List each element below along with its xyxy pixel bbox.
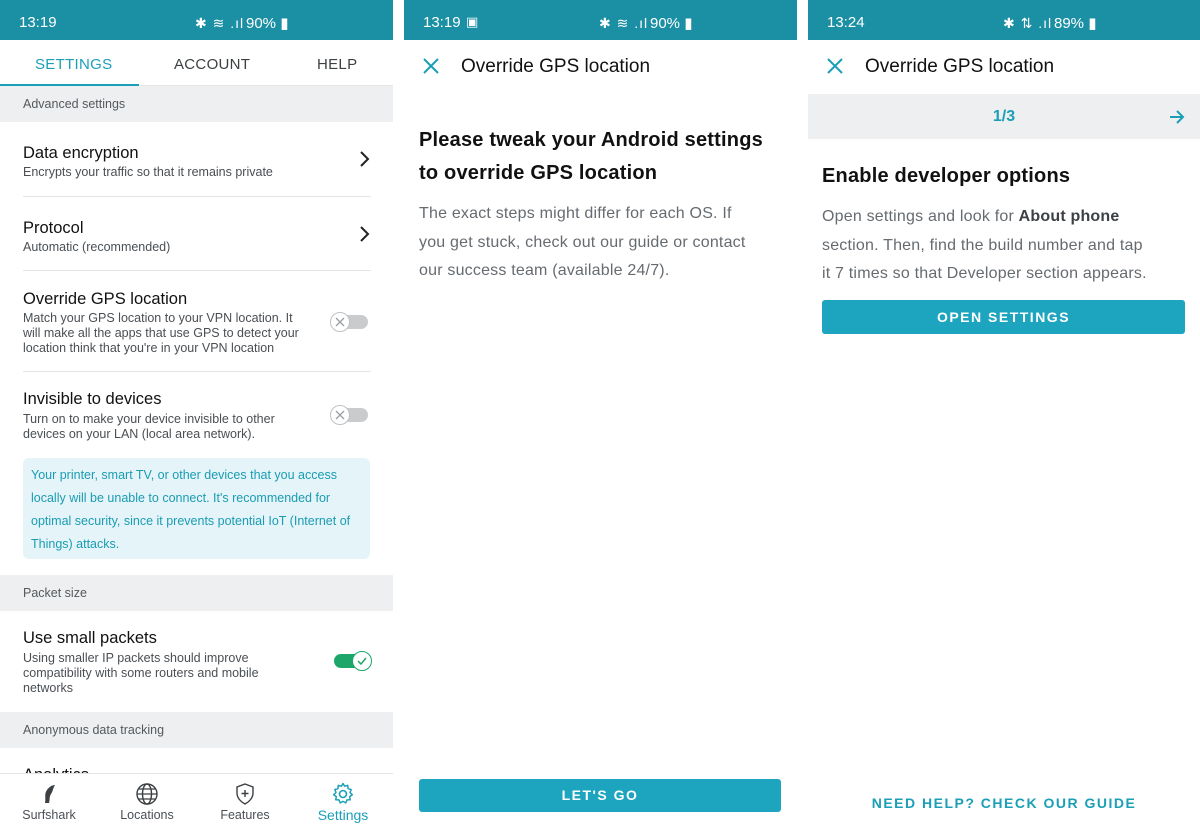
globe-icon	[136, 783, 158, 805]
status-bar: 13:19 ✱ ≋ .ıl 90% ▮	[0, 0, 393, 40]
body-line: it 7 times so that Developer section app…	[822, 265, 1147, 282]
surfshark-logo-icon	[45, 785, 55, 803]
lets-go-button[interactable]: LET'S GO	[419, 779, 781, 812]
tab-account[interactable]: ACCOUNT	[174, 56, 250, 73]
step-body: Open settings and look for About phone s…	[822, 203, 1192, 289]
status-battery: 89% ▮	[1054, 15, 1097, 32]
divider	[23, 270, 371, 271]
toggle-knob	[352, 651, 372, 671]
chevron-right-icon	[360, 151, 370, 167]
row-subtitle: devices on your LAN (local area network)…	[23, 427, 256, 441]
row-title: Data encryption	[23, 144, 139, 162]
step-indicator-bar: 1/3	[808, 94, 1200, 139]
info-text: locally will be unable to connect. It's …	[31, 491, 331, 505]
row-subtitle: Using smaller IP packets should improve	[23, 651, 249, 665]
intro-body: The exact steps might differ for each OS…	[419, 200, 789, 286]
nav-label: Locations	[120, 808, 174, 822]
body-bold-text: About phone	[1018, 208, 1120, 225]
status-battery: 90% ▮	[246, 15, 289, 32]
info-text: optimal security, since it prevents pote…	[31, 514, 351, 528]
nav-item-settings[interactable]: Settings	[294, 774, 392, 828]
status-time: 13:19	[423, 14, 461, 31]
section-header-anonymous-tracking: Anonymous data tracking	[0, 712, 393, 748]
nav-label: Settings	[317, 807, 369, 823]
settings-tabs: SETTINGS ACCOUNT HELP	[0, 40, 393, 86]
image-notification-icon: ▣	[466, 14, 479, 29]
step-title: Enable developer options	[822, 165, 1071, 187]
status-bar: 13:24 ✱ ⇅ .ıl 89% ▮	[808, 0, 1200, 40]
intro-headline: Please tweak your Android settings to ov…	[419, 124, 789, 190]
check-icon	[357, 657, 367, 666]
info-text: Things) attacks.	[31, 537, 120, 551]
status-signal-icons: ✱ ≋ .ıl	[195, 15, 245, 31]
status-signal-icons: ✱ ⇅ .ıl	[1003, 15, 1053, 31]
override-gps-step-screen: 13:24 ✱ ⇅ .ıl 89% ▮ Override GPS locatio…	[808, 0, 1200, 828]
row-title: Protocol	[23, 219, 84, 237]
nav-item-surfshark[interactable]: Surfshark	[0, 774, 98, 828]
body-line: The exact steps might differ for each OS…	[419, 205, 732, 222]
screen-title: Override GPS location	[461, 56, 651, 77]
row-title: Override GPS location	[23, 290, 188, 308]
body-line: our success team (available 24/7).	[419, 262, 670, 279]
headline-line: to override GPS location	[419, 162, 658, 184]
close-icon[interactable]	[422, 57, 440, 75]
tab-help[interactable]: HELP	[317, 56, 357, 73]
toggle-knob	[330, 312, 350, 332]
nav-item-features[interactable]: Features	[196, 774, 294, 828]
status-time: 13:24	[827, 14, 865, 31]
row-subtitle: Turn on to make your device invisible to…	[23, 412, 275, 426]
x-icon	[335, 317, 345, 327]
row-subtitle: Encrypts your traffic so that it remains…	[23, 165, 273, 179]
info-text: Your printer, smart TV, or other devices…	[31, 468, 337, 482]
shield-plus-icon	[236, 783, 254, 805]
invisible-devices-toggle[interactable]	[330, 405, 368, 425]
nav-label: Surfshark	[22, 808, 76, 822]
override-gps-intro-screen: 13:19 ▣ ✱ ≋ .ıl 90% ▮ Override GPS locat…	[404, 0, 797, 828]
override-gps-toggle[interactable]	[330, 312, 368, 332]
row-title: Use small packets	[23, 629, 157, 647]
nav-item-locations[interactable]: Locations	[98, 774, 196, 828]
body-line: you get stuck, check out our guide or co…	[419, 233, 746, 251]
toggle-knob	[330, 405, 350, 425]
section-header-packet-size: Packet size	[0, 575, 393, 611]
close-icon[interactable]	[826, 57, 844, 75]
section-header-advanced: Advanced settings	[0, 86, 393, 122]
status-bar: 13:19 ▣ ✱ ≋ .ıl 90% ▮	[404, 0, 797, 40]
body-line: section. Then, find the build number and…	[822, 236, 1143, 254]
x-icon	[335, 410, 345, 420]
row-subtitle: Automatic (recommended)	[23, 240, 171, 254]
info-box-iot-warning: Your printer, smart TV, or other devices…	[23, 458, 370, 559]
tab-settings[interactable]: SETTINGS	[35, 56, 112, 73]
headline-line: Please tweak your Android settings	[419, 129, 763, 151]
chevron-right-icon	[360, 226, 370, 242]
step-counter: 1/3	[992, 108, 1016, 125]
body-line: Open settings and look for About phone	[822, 203, 1192, 232]
status-time: 13:19	[19, 14, 57, 31]
small-packets-toggle[interactable]	[334, 651, 372, 671]
row-title: Invisible to devices	[23, 390, 162, 408]
open-settings-button[interactable]: OPEN SETTINGS	[822, 300, 1185, 334]
body-text: Open settings and look for	[822, 208, 1019, 225]
status-battery: 90% ▮	[650, 15, 693, 32]
row-subtitle: Match your GPS location to your VPN loca…	[23, 311, 293, 325]
help-guide-link[interactable]: NEED HELP? CHECK OUR GUIDE	[808, 795, 1200, 811]
row-subtitle: compatibility with some routers and mobi…	[23, 666, 259, 680]
gear-icon	[332, 782, 354, 804]
row-subtitle: will make all the apps that use GPS to d…	[23, 326, 299, 340]
row-subtitle: location think that you're in your VPN l…	[23, 341, 275, 355]
nav-label: Features	[220, 808, 270, 822]
status-signal-icons: ✱ ≋ .ıl	[599, 15, 649, 31]
divider	[23, 371, 371, 372]
divider	[23, 196, 371, 197]
arrow-right-icon[interactable]	[1168, 108, 1186, 126]
settings-screen: 13:19 ✱ ≋ .ıl 90% ▮ SETTINGS ACCOUNT HEL…	[0, 0, 393, 828]
screen-title: Override GPS location	[865, 56, 1055, 77]
bottom-navigation: Surfshark Locations Features Settings	[0, 773, 393, 828]
row-subtitle: networks	[23, 681, 74, 695]
